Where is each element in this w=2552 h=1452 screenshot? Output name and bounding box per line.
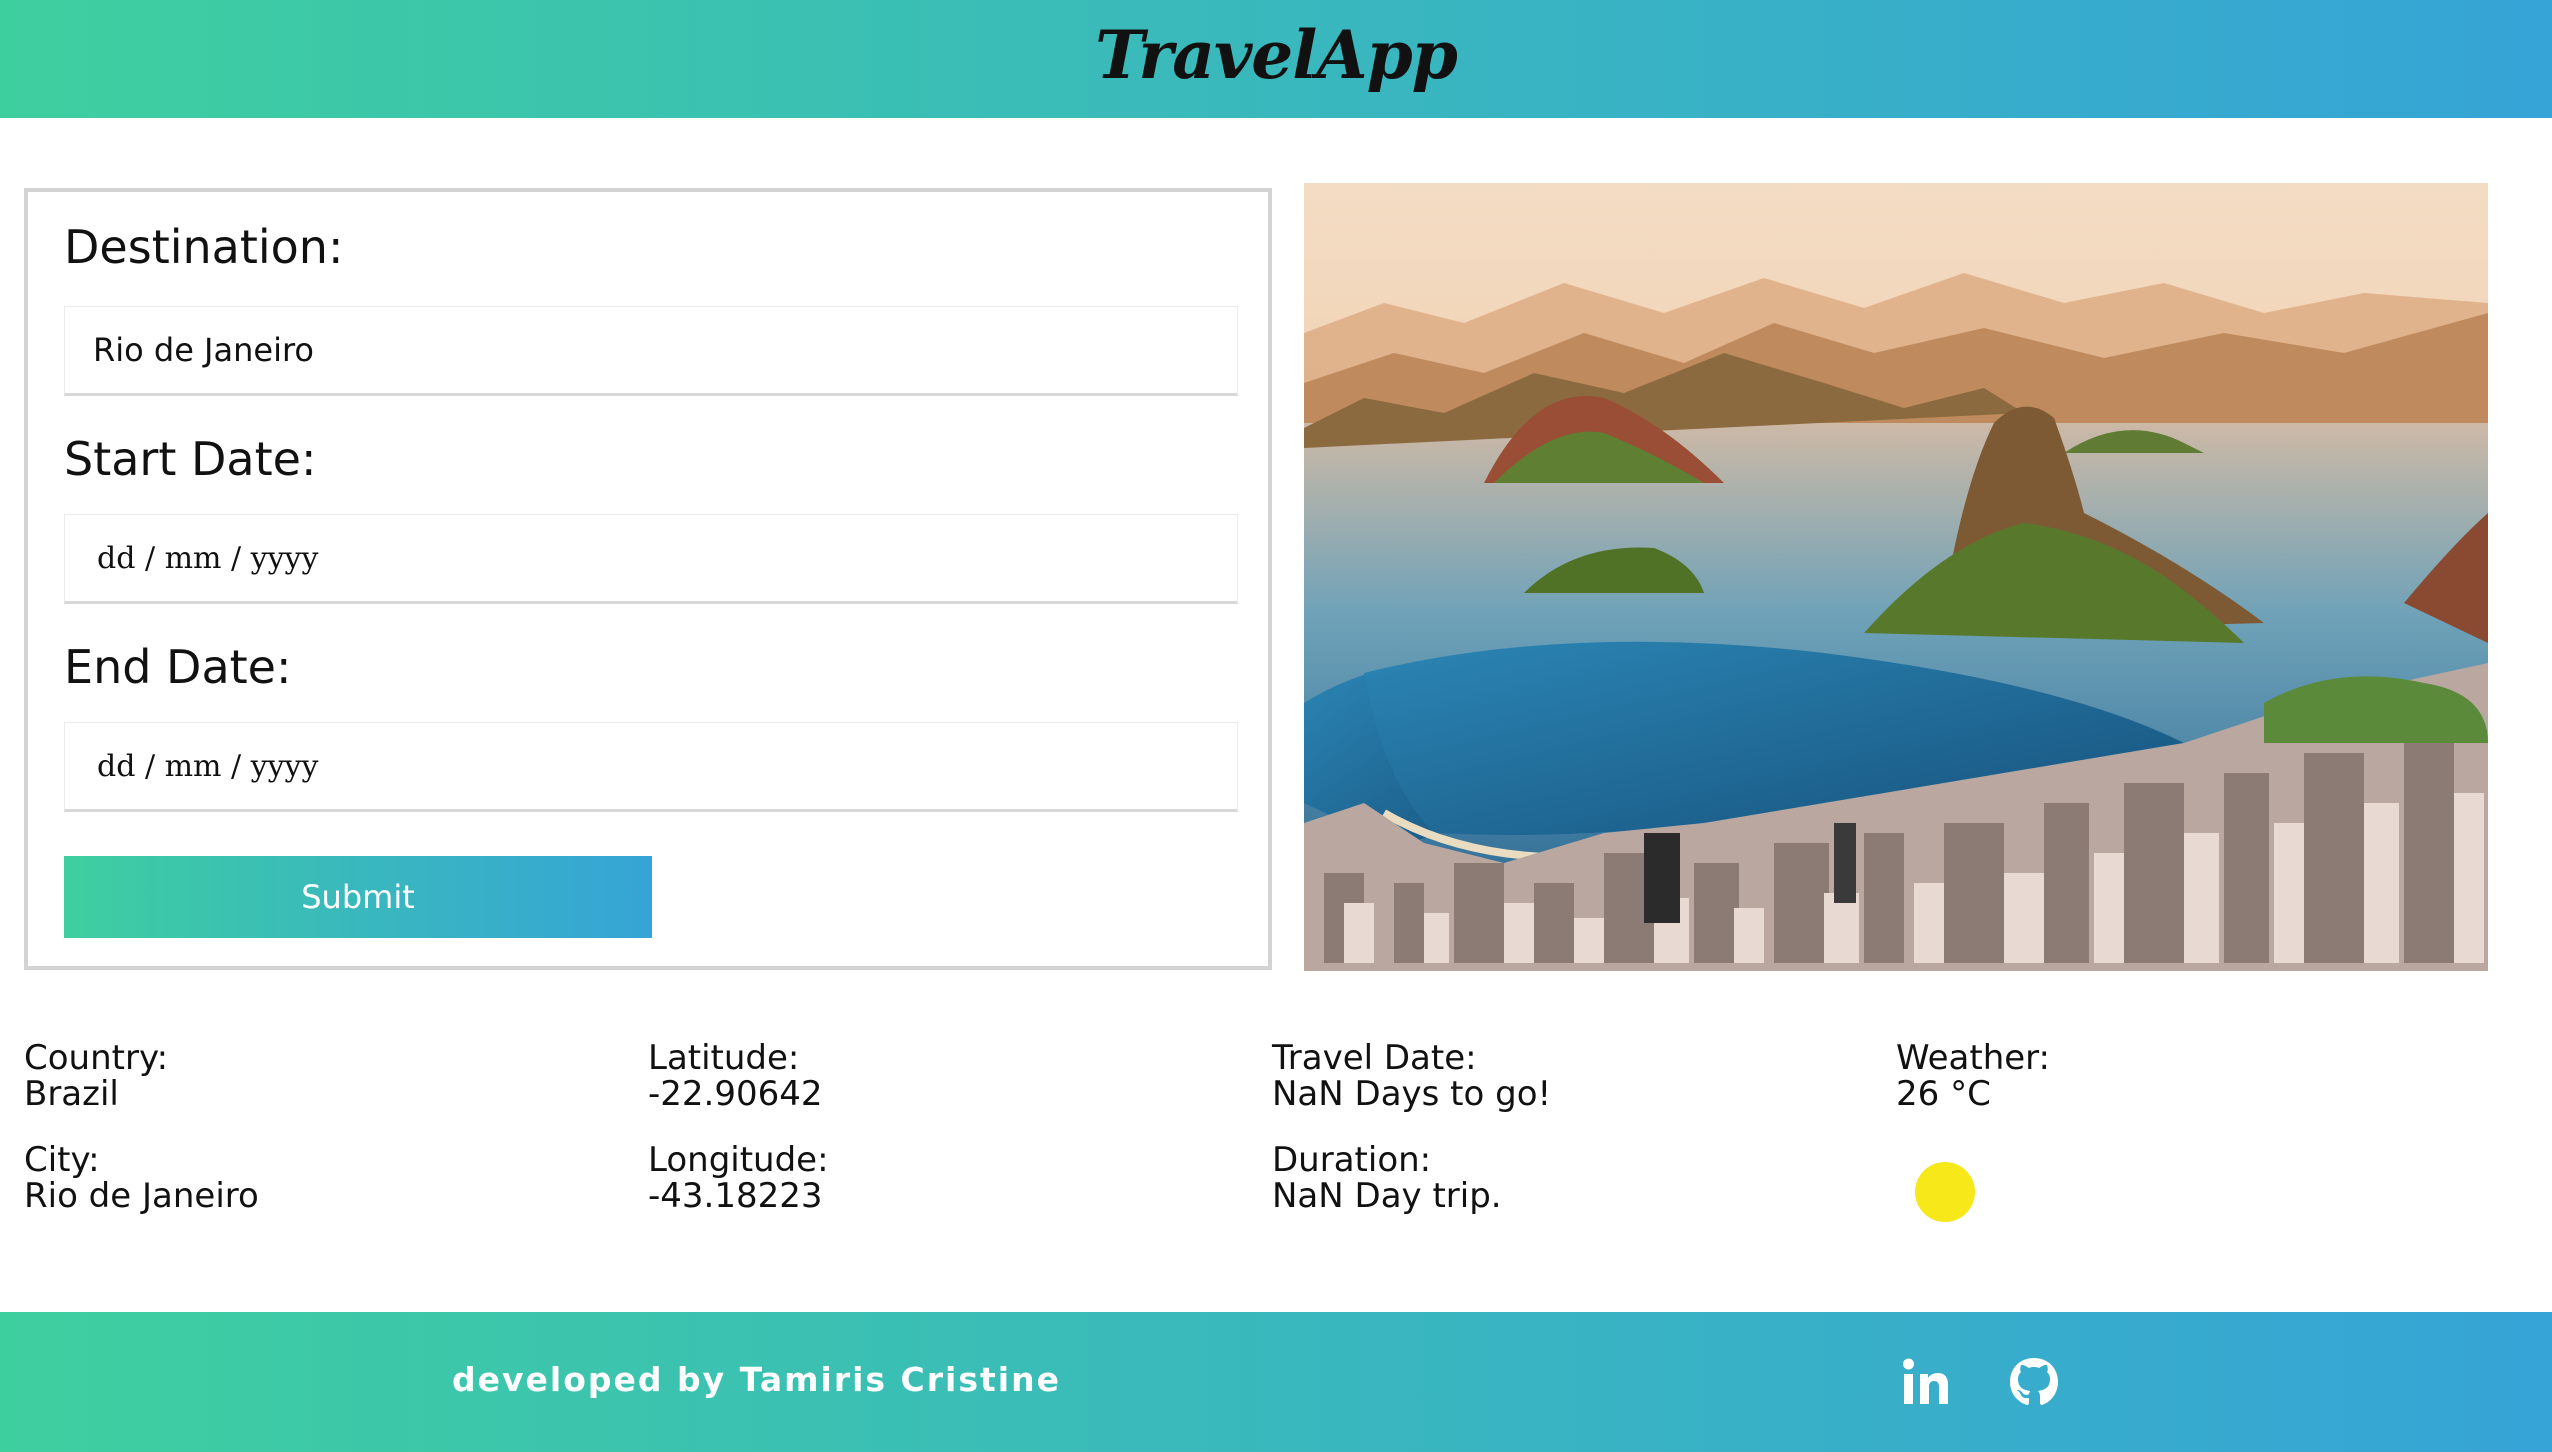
- longitude-label: Longitude:: [648, 1140, 829, 1180]
- github-icon[interactable]: [2004, 1352, 2064, 1412]
- latitude-block: Latitude: -22.90642: [648, 1040, 823, 1112]
- duration-label: Duration:: [1272, 1140, 1432, 1180]
- city-block: City: Rio de Janeiro: [24, 1142, 259, 1214]
- trip-form: Destination: Rio de Janeiro Start Date: …: [24, 188, 1272, 970]
- end-date-label: End Date:: [64, 640, 292, 694]
- submit-button[interactable]: Submit: [64, 856, 652, 938]
- start-date-input[interactable]: dd / mm / yyyy: [64, 514, 1238, 604]
- destination-photo: [1304, 183, 2488, 971]
- longitude-value: -43.18223: [648, 1176, 823, 1216]
- app-footer: developed by Tamiris Cristine: [0, 1312, 2552, 1452]
- destination-label: Destination:: [64, 220, 344, 274]
- travel-date-block: Travel Date: NaN Days to go!: [1272, 1040, 1551, 1112]
- duration-block: Duration: NaN Day trip.: [1272, 1142, 1502, 1214]
- weather-block: Weather: 26 °C: [1896, 1040, 2050, 1112]
- destination-input[interactable]: Rio de Janeiro: [64, 306, 1238, 396]
- start-date-label: Start Date:: [64, 432, 317, 486]
- latitude-value: -22.90642: [648, 1074, 823, 1114]
- app-header: TravelApp: [0, 0, 2552, 118]
- city-value: Rio de Janeiro: [24, 1176, 259, 1216]
- travel-date-label: Travel Date:: [1272, 1038, 1477, 1078]
- country-value: Brazil: [24, 1074, 119, 1114]
- longitude-block: Longitude: -43.18223: [648, 1142, 829, 1214]
- latitude-label: Latitude:: [648, 1038, 800, 1078]
- sun-icon: [1915, 1162, 1975, 1222]
- duration-value: NaN Day trip.: [1272, 1176, 1502, 1216]
- weather-label: Weather:: [1896, 1038, 2051, 1078]
- travel-date-value: NaN Days to go!: [1272, 1074, 1552, 1114]
- country-label: Country:: [24, 1038, 169, 1078]
- footer-credit: developed by Tamiris Cristine: [452, 1360, 1061, 1399]
- app-logo: TravelApp: [1095, 16, 1458, 94]
- end-date-input[interactable]: dd / mm / yyyy: [64, 722, 1238, 812]
- country-block: Country: Brazil: [24, 1040, 168, 1112]
- linkedin-icon[interactable]: [1896, 1352, 1956, 1412]
- city-label: City:: [24, 1140, 100, 1180]
- weather-value: 26 °C: [1896, 1074, 1991, 1114]
